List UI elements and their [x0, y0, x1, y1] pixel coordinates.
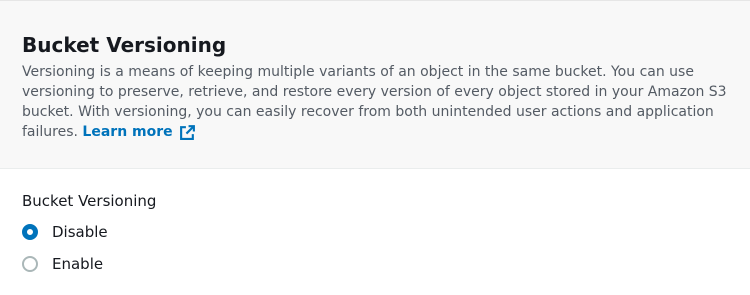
radio-option-disable[interactable]: Disable	[22, 221, 156, 243]
description-line-last: failures. Learn more	[22, 122, 722, 142]
versioning-form: Bucket Versioning Disable Enable	[22, 190, 156, 275]
description-line: bucket. With versioning, you can easily …	[22, 104, 714, 120]
description-line-text: failures.	[22, 124, 78, 140]
radio-button-disable[interactable]	[22, 224, 38, 240]
section-header: Bucket Versioning Versioning is a means …	[0, 0, 750, 169]
external-link-icon	[179, 124, 195, 140]
description-line: Versioning is a means of keeping multipl…	[22, 64, 694, 80]
radio-label-enable: Enable	[52, 255, 104, 273]
description-line: versioning to preserve, retrieve, and re…	[22, 84, 727, 100]
radio-option-enable[interactable]: Enable	[22, 253, 156, 275]
bucket-versioning-panel: Bucket Versioning Versioning is a means …	[0, 0, 750, 295]
section-title: Bucket Versioning	[22, 33, 227, 57]
radio-button-enable[interactable]	[22, 256, 38, 272]
versioning-field-label: Bucket Versioning	[22, 192, 157, 210]
learn-more-link[interactable]: Learn more	[82, 122, 195, 142]
radio-label-disable: Disable	[52, 223, 108, 241]
section-description: Versioning is a means of keeping multipl…	[22, 62, 727, 142]
learn-more-label: Learn more	[82, 124, 173, 140]
